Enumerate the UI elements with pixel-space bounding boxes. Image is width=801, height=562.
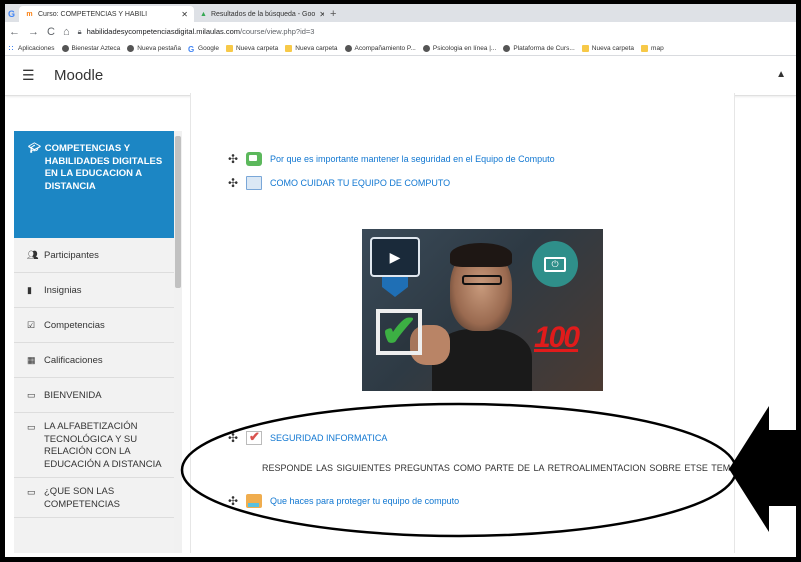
- notification-bell-icon[interactable]: ▲: [776, 69, 786, 80]
- tab-course-label: Curso: COMPETENCIAS Y HABILI: [38, 10, 148, 18]
- hundred-emoji-icon: 100: [534, 321, 580, 354]
- folder-icon: [285, 44, 293, 52]
- video-person-glasses: [462, 275, 502, 285]
- laptop-power-icon: ⏻: [532, 241, 578, 287]
- close-tab-icon[interactable]: ✕: [181, 10, 188, 19]
- back-arrow-icon[interactable]: ←: [9, 26, 20, 38]
- folder-icon: ▭: [27, 487, 36, 497]
- folder-icon: [581, 44, 589, 52]
- apps-icon: [8, 44, 15, 52]
- quiz-icon: [246, 429, 262, 445]
- folder-icon: ▭: [27, 422, 36, 432]
- activity-forum[interactable]: ✣ Por que es importante mantener la segu…: [228, 152, 555, 166]
- activity-assignment[interactable]: ✣ Que haces para proteger tu equipo de c…: [228, 494, 459, 508]
- activity-assignment-link[interactable]: Que haces para proteger tu equipo de com…: [270, 496, 459, 506]
- tab-search-label: Resultados de la búsqueda - Goo: [210, 10, 316, 18]
- google-icon: G: [188, 44, 195, 54]
- sidebar-item-course[interactable]: 🎓︎ COMPETENCIAS Y HABILIDADES DIGITALES …: [14, 131, 174, 238]
- hamburger-menu-icon[interactable]: ☰: [22, 67, 40, 84]
- bookmark-item[interactable]: map: [641, 44, 664, 52]
- google-tab-icon[interactable]: G: [5, 6, 19, 22]
- globe-icon: [503, 44, 511, 52]
- play-icon[interactable]: ▶: [370, 237, 420, 277]
- moodle-navbar: ☰ Moodle ▲: [5, 56, 796, 96]
- globe-icon: [422, 44, 430, 52]
- forum-icon: [246, 152, 262, 166]
- scrollbar-thumb[interactable]: [175, 136, 181, 288]
- activity-page-link[interactable]: COMO CUIDAR TU EQUIPO DE COMPUTO: [270, 178, 450, 188]
- course-nav-drawer: 🎓︎ COMPETENCIAS Y HABILIDADES DIGITALES …: [14, 131, 174, 553]
- moodle-favicon-icon: m: [26, 10, 33, 18]
- shield-icon: [382, 277, 408, 297]
- page-icon: [246, 176, 262, 190]
- video-person-hair: [450, 243, 512, 267]
- reload-icon[interactable]: C: [47, 26, 55, 38]
- tab-course[interactable]: m Curso: COMPETENCIAS Y HABILI ✕: [19, 6, 194, 22]
- folder-icon: ▭: [27, 389, 36, 400]
- bookmark-item[interactable]: Bienestar Azteca: [61, 44, 120, 52]
- site-brand[interactable]: Moodle: [54, 67, 103, 84]
- url-field[interactable]: 🔒︎ habilidadesycompetenciasdigital.milau…: [78, 27, 315, 37]
- folder-icon: [641, 44, 649, 52]
- graduation-cap-icon: 🎓︎: [28, 143, 41, 154]
- move-icon[interactable]: ✣: [228, 494, 238, 508]
- video-thumbnail[interactable]: ▶ ✔ ⏻ 100: [362, 229, 603, 391]
- bookmark-item[interactable]: Nueva pestaña: [127, 44, 181, 52]
- bookmark-item[interactable]: G Google: [188, 44, 219, 54]
- bookmarks-bar: Aplicaciones Bienestar Azteca Nueva pest…: [5, 41, 796, 56]
- sidebar-item-insignias[interactable]: ▮ Insignias: [14, 273, 174, 308]
- bookmark-item[interactable]: Aplicaciones: [8, 44, 55, 52]
- bookmark-item[interactable]: Nueva carpeta: [225, 44, 278, 52]
- sidebar-item-alfabetizacion[interactable]: ▭ LA ALFABETIZACIÓN TECNOLÓGICA Y SU REL…: [14, 413, 174, 478]
- lock-icon: 🔒︎: [77, 26, 82, 36]
- sidebar-item-que-son[interactable]: ▭ ¿QUE SON LAS COMPETENCIAS: [14, 478, 174, 518]
- bookmark-item[interactable]: Psicologia en línea |...: [422, 44, 496, 52]
- globe-icon: [127, 44, 135, 52]
- assignment-icon: [246, 494, 262, 508]
- bookmark-item[interactable]: Nueva carpeta: [285, 44, 338, 52]
- drive-favicon-icon: ▲: [200, 10, 207, 18]
- sidebar-item-calificaciones[interactable]: ▦ Calificaciones: [14, 343, 174, 378]
- globe-icon: [61, 44, 69, 52]
- sidebar-item-bienvenida[interactable]: ▭ BIENVENIDA: [14, 378, 174, 413]
- move-icon[interactable]: ✣: [228, 176, 238, 190]
- move-icon[interactable]: ✣: [228, 152, 238, 166]
- move-icon[interactable]: ✣: [228, 431, 238, 445]
- badge-icon: ▮: [27, 284, 32, 295]
- checkmark-box-icon: ✔: [376, 309, 422, 355]
- activity-page[interactable]: ✣ COMO CUIDAR TU EQUIPO DE COMPUTO: [228, 176, 450, 190]
- bookmark-item[interactable]: Acompañamiento P...: [344, 44, 416, 52]
- new-tab-button[interactable]: +: [324, 6, 342, 22]
- table-icon: ▦: [27, 354, 36, 365]
- activity-forum-link[interactable]: Por que es importante mantener la seguri…: [270, 154, 555, 164]
- home-icon[interactable]: ⌂: [63, 26, 70, 38]
- sidebar-item-participantes[interactable]: 👥︎ Participantes: [14, 238, 174, 273]
- sidebar-course-title: COMPETENCIAS Y HABILIDADES DIGITALES EN …: [44, 143, 163, 192]
- checkbox-icon: ☑: [27, 319, 36, 330]
- bookmark-item[interactable]: Plataforma de Curs...: [503, 44, 575, 52]
- forward-arrow-icon[interactable]: →: [28, 26, 39, 38]
- sidebar-scrollbar[interactable]: [174, 131, 182, 553]
- activity-quiz-link[interactable]: SEGURIDAD INFORMATICA: [270, 433, 387, 443]
- folder-icon: [225, 44, 233, 52]
- globe-icon: [344, 44, 352, 52]
- bookmark-item[interactable]: Nueva carpeta: [581, 44, 634, 52]
- activity-quiz[interactable]: ✣ SEGURIDAD INFORMATICA: [228, 429, 387, 445]
- users-icon: 👥︎: [27, 249, 39, 260]
- address-bar-row: ← → C ⌂ 🔒︎ habilidadesycompetenciasdigit…: [5, 22, 796, 41]
- url-path: /course/view.php?id=3: [240, 27, 315, 36]
- tab-strip: G m Curso: COMPETENCIAS Y HABILI ✕ ▲ Res…: [5, 4, 796, 22]
- sidebar-item-competencias[interactable]: ☑ Competencias: [14, 308, 174, 343]
- tab-search-results[interactable]: ▲ Resultados de la búsqueda - Goo ✕: [194, 6, 324, 22]
- url-host: habilidadesycompetenciasdigital.milaulas…: [86, 27, 241, 36]
- instruction-text: RESPONDE LAS SIGUIENTES PREGUNTAS COMO P…: [262, 463, 737, 473]
